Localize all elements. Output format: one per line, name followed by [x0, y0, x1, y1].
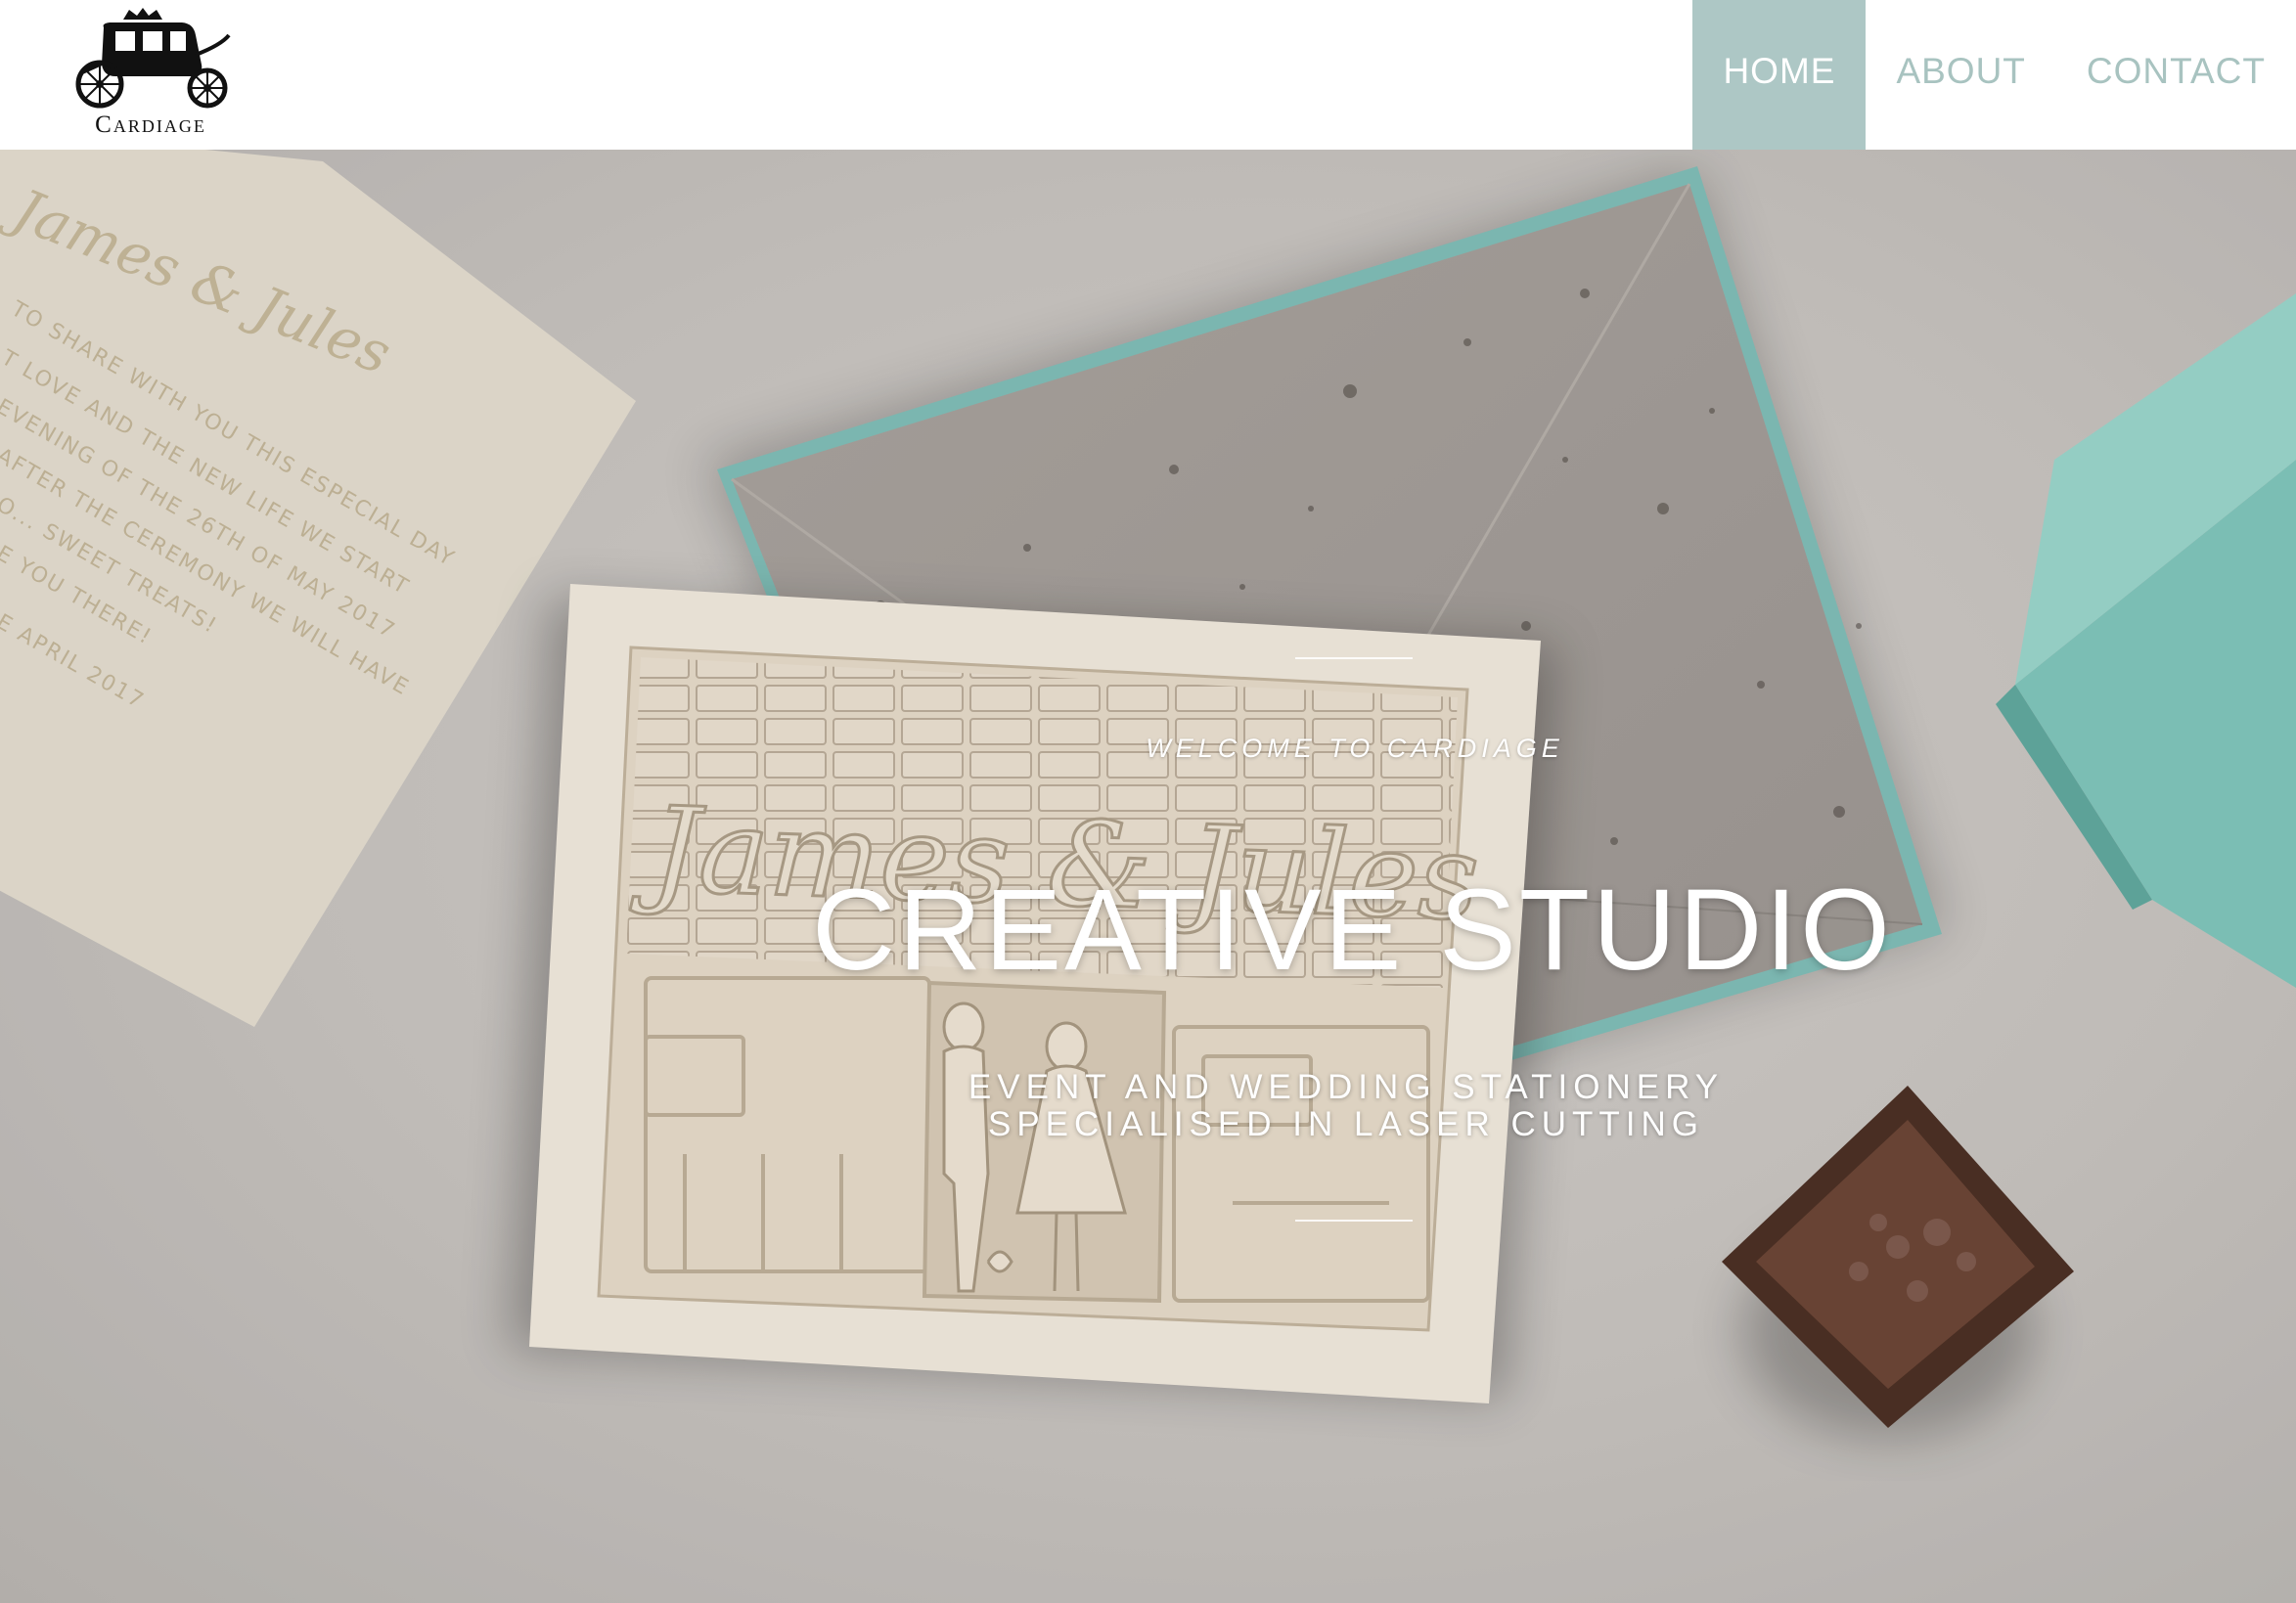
nav-about[interactable]: ABOUT: [1866, 0, 2055, 150]
divider-top: [1295, 657, 1413, 659]
main-nav: HOME ABOUT CONTACT: [1692, 0, 2296, 150]
hero-eyebrow: WELCOME TO CARDIAGE: [1146, 734, 1564, 763]
brand-name: Cardiage: [95, 111, 206, 138]
hero-subtitle-line2: SPECIALISED IN LASER CUTTING: [987, 1105, 1705, 1143]
site-header: Cardiage HOME ABOUT CONTACT: [0, 0, 2296, 150]
nav-contact[interactable]: CONTACT: [2056, 0, 2296, 150]
carriage-icon: [75, 8, 231, 109]
nav-home[interactable]: HOME: [1692, 0, 1867, 150]
hero-subtitle-line1: EVENT AND WEDDING STATIONERY: [968, 1068, 1725, 1106]
divider-bottom: [1295, 1220, 1413, 1222]
hero-title: CREATIVE STUDIO: [812, 866, 1893, 995]
site-logo[interactable]: Cardiage: [65, 6, 237, 143]
hero-section: James & Jules TO SHARE WITH YOU THIS ESP…: [0, 150, 2296, 1603]
